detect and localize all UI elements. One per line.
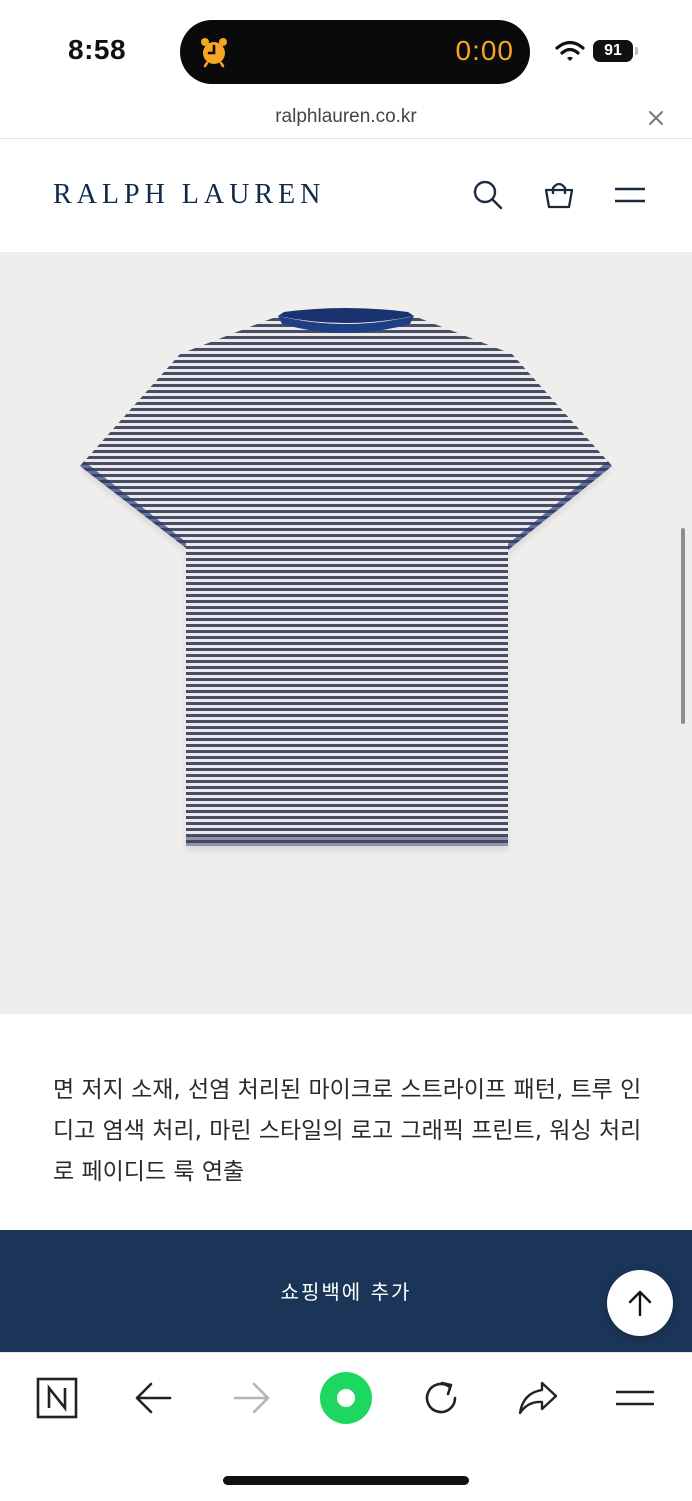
scroll-to-top-button[interactable] [607, 1270, 673, 1336]
add-to-bag-button[interactable]: 쇼핑백에 추가 [0, 1230, 692, 1352]
green-home-button[interactable] [318, 1370, 374, 1426]
close-icon[interactable] [646, 108, 666, 128]
site-header: RALPH LAUREN [0, 139, 692, 251]
battery-tip [635, 47, 638, 55]
striped-tshirt-image [80, 308, 612, 851]
brand-logo[interactable]: RALPH LAUREN [53, 179, 325, 211]
shopping-bag-icon[interactable] [543, 179, 575, 211]
wifi-icon [555, 40, 585, 61]
scroll-indicator[interactable] [681, 528, 685, 724]
menu-icon[interactable] [614, 179, 646, 211]
product-description: 면 저지 소재, 선염 처리된 마이크로 스트라이프 패턴, 트루 인디고 염색… [53, 1077, 642, 1185]
dynamic-island[interactable]: 0:00 [180, 20, 530, 84]
reload-icon [425, 1381, 457, 1414]
add-to-bag-label: 쇼핑백에 추가 [280, 1280, 412, 1304]
product-image[interactable] [0, 252, 692, 1014]
forward-arrow-icon [233, 1382, 270, 1414]
share-icon [518, 1381, 558, 1415]
naver-n-button[interactable] [34, 1375, 80, 1421]
back-arrow-icon [135, 1382, 172, 1414]
back-button[interactable] [131, 1375, 177, 1421]
browser-menu-button[interactable] [612, 1375, 658, 1421]
status-bar: 8:58 0:00 91 [0, 0, 692, 100]
url-bar[interactable]: ralphlauren.co.kr [0, 100, 692, 139]
status-time: 8:58 [68, 34, 127, 65]
search-icon[interactable] [472, 179, 504, 211]
menu-icon [616, 1390, 654, 1406]
timer-text: 0:00 [455, 35, 514, 66]
share-button[interactable] [515, 1375, 561, 1421]
home-indicator[interactable] [223, 1476, 469, 1485]
naver-n-icon [36, 1377, 78, 1419]
url-text[interactable]: ralphlauren.co.kr [0, 106, 692, 128]
alarm-clock-icon [201, 38, 227, 68]
reload-button[interactable] [418, 1375, 464, 1421]
green-dot-icon [320, 1372, 372, 1424]
arrow-up-icon [628, 1290, 652, 1317]
forward-button[interactable] [228, 1375, 274, 1421]
battery-icon: 91 [593, 40, 633, 62]
